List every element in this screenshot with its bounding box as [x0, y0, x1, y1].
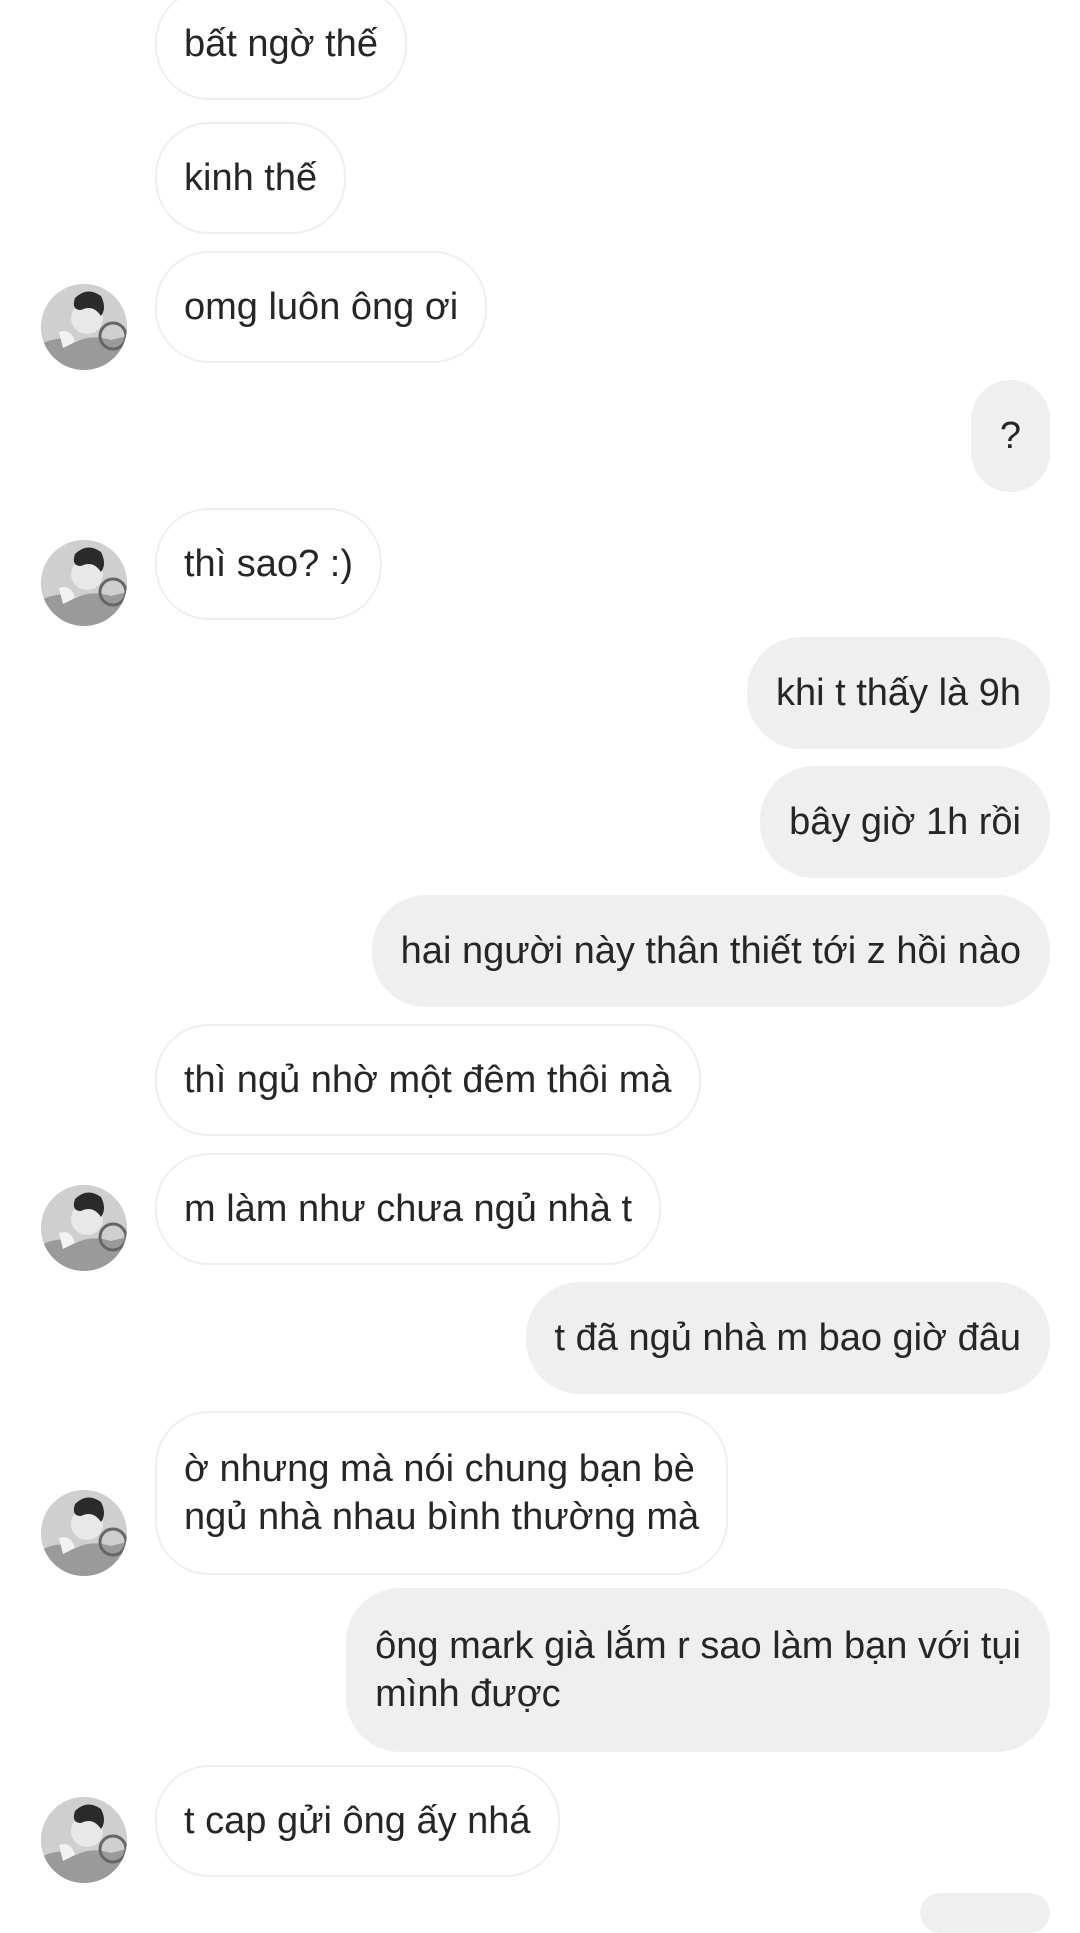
incoming-message-bubble[interactable]: bất ngờ thế: [155, 0, 407, 100]
message-text: bây giờ 1h rồi: [789, 801, 1021, 843]
outgoing-message-bubble[interactable]: bây giờ 1h rồi: [760, 766, 1050, 878]
message-text: m làm như chưa ngủ nhà t: [184, 1188, 633, 1230]
outgoing-message-bubble-partial: [920, 1893, 1050, 1933]
message-text: thì ngủ nhờ một đêm thôi mà: [184, 1059, 672, 1101]
message-text: ?: [999, 415, 1021, 457]
contact-avatar[interactable]: [41, 540, 127, 626]
outgoing-message-bubble[interactable]: hai người này thân thiết tới z hồi nào: [371, 895, 1050, 1007]
message-text: t đã ngủ nhà m bao giờ đâu: [554, 1317, 1021, 1359]
incoming-message-bubble[interactable]: kinh thế: [155, 122, 347, 234]
contact-avatar[interactable]: [41, 284, 127, 370]
contact-avatar[interactable]: [41, 1490, 127, 1576]
message-text: thì sao? :): [184, 543, 353, 585]
message-text: hai người này thân thiết tới z hồi nào: [400, 930, 1021, 972]
message-text-line: ông mark già lắm r sao làm bạn với tụi: [375, 1625, 1021, 1667]
contact-avatar[interactable]: [41, 1185, 127, 1271]
message-text-line: mình được: [375, 1673, 561, 1715]
incoming-message-bubble[interactable]: thì sao? :): [155, 508, 382, 620]
outgoing-message-bubble[interactable]: khi t thấy là 9h: [746, 637, 1050, 749]
contact-avatar[interactable]: [41, 1797, 127, 1883]
message-text: t cap gửi ông ấy nhá: [184, 1800, 531, 1842]
incoming-message-bubble[interactable]: m làm như chưa ngủ nhà t: [155, 1153, 662, 1265]
outgoing-message-bubble[interactable]: ?: [970, 380, 1050, 492]
message-text: khi t thấy là 9h: [775, 672, 1021, 714]
message-text: kinh thế: [184, 157, 318, 199]
message-text: omg luôn ông ơi: [184, 286, 459, 328]
message-text-line: ngủ nhà nhau bình thường mà: [184, 1496, 700, 1538]
incoming-message-bubble[interactable]: thì ngủ nhờ một đêm thôi mà: [155, 1024, 701, 1136]
incoming-message-bubble[interactable]: omg luôn ông ơi: [155, 251, 488, 363]
message-text: bất ngờ thế: [184, 23, 378, 65]
outgoing-message-bubble[interactable]: t đã ngủ nhà m bao giờ đâu: [525, 1282, 1050, 1394]
incoming-message-bubble[interactable]: t cap gửi ông ấy nhá: [155, 1765, 560, 1877]
incoming-message-bubble[interactable]: ờ nhưng mà nói chung bạn bè ngủ nhà nhau…: [155, 1411, 729, 1575]
outgoing-message-bubble[interactable]: ông mark già lắm r sao làm bạn với tụi m…: [346, 1588, 1050, 1752]
message-text-line: ờ nhưng mà nói chung bạn bè: [184, 1448, 695, 1490]
